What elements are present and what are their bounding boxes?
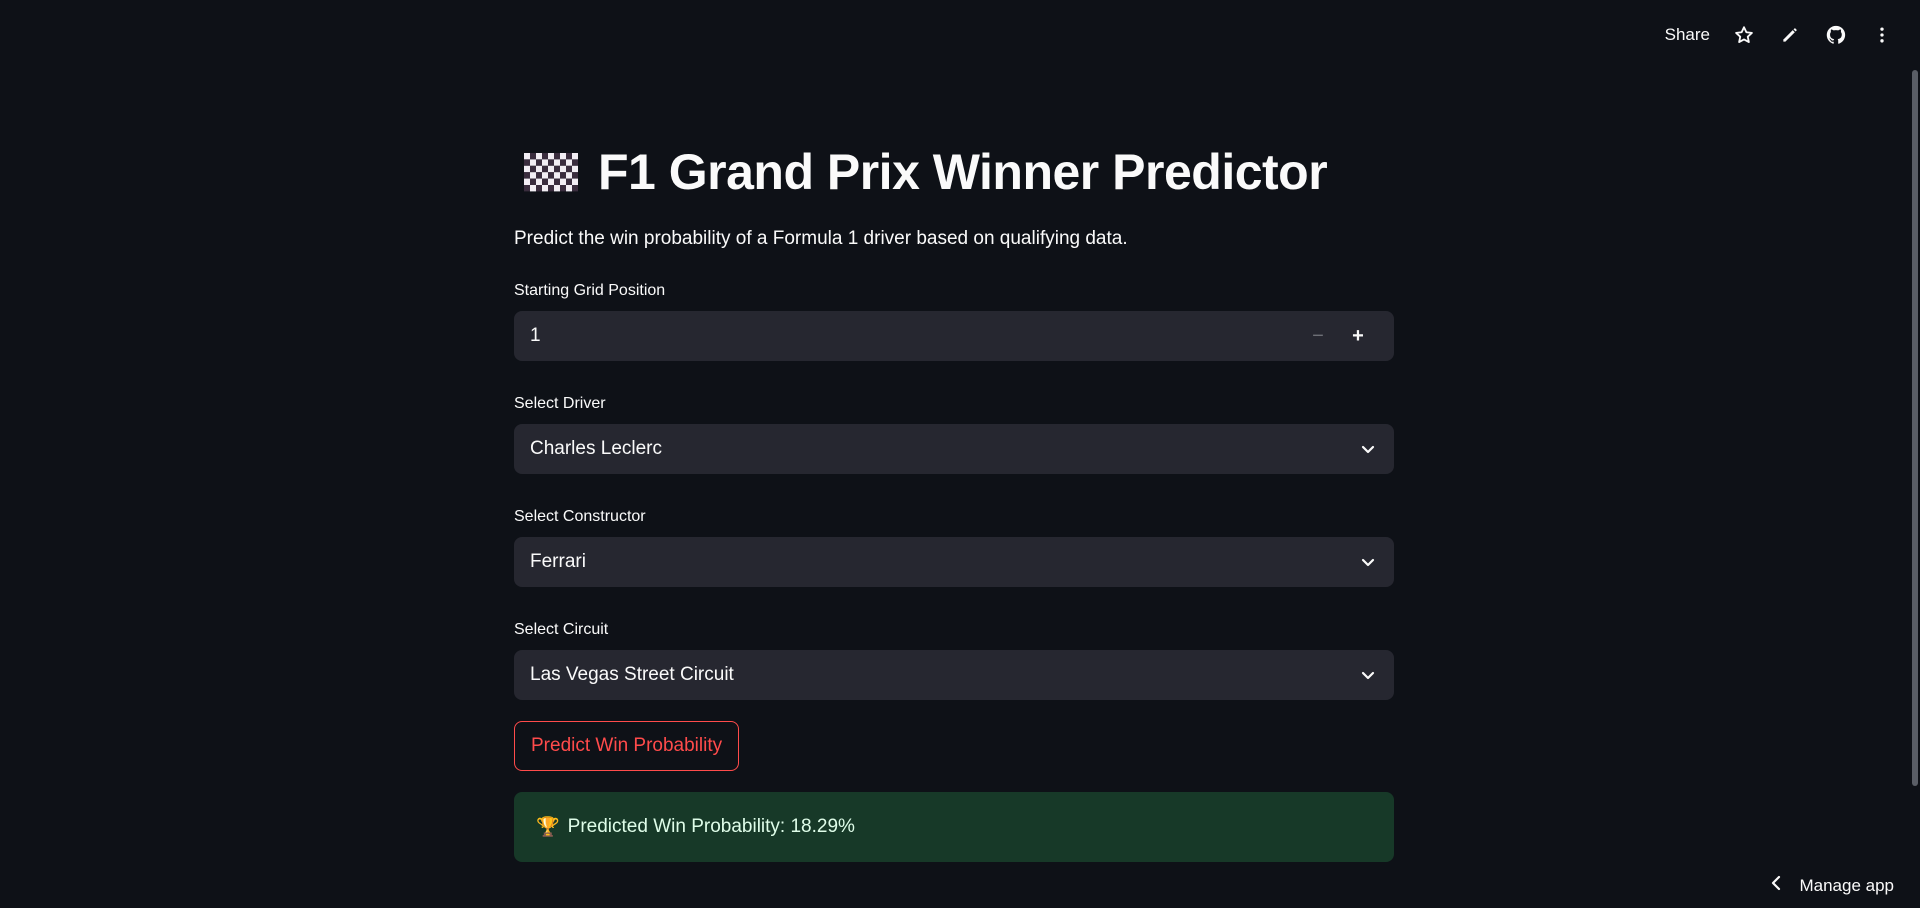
driver-select[interactable]: Charles Leclerc <box>514 424 1394 474</box>
increment-button[interactable]: + <box>1338 311 1378 361</box>
grid-position-input[interactable]: 1 <box>530 325 1298 347</box>
driver-selected-value: Charles Leclerc <box>530 438 662 459</box>
circuit-label: Select Circuit <box>514 621 609 638</box>
trophy-icon: 🏆 <box>536 817 560 838</box>
chevron-down-icon[interactable] <box>1358 439 1378 459</box>
github-icon[interactable] <box>1824 23 1848 47</box>
star-icon[interactable] <box>1732 23 1756 47</box>
page-subtitle: Predict the win probability of a Formula… <box>514 228 1128 249</box>
constructor-label: Select Constructor <box>514 508 646 525</box>
grid-position-stepper[interactable]: 1 − + <box>514 311 1394 361</box>
more-vertical-icon[interactable] <box>1870 23 1894 47</box>
stepper-controls: − + <box>1298 311 1378 361</box>
constructor-selected-value: Ferrari <box>530 551 586 572</box>
pencil-icon[interactable] <box>1778 23 1802 47</box>
chevron-down-icon[interactable] <box>1358 552 1378 572</box>
circuit-select[interactable]: Las Vegas Street Circuit <box>514 650 1394 700</box>
share-button[interactable]: Share <box>1665 25 1710 45</box>
driver-label: Select Driver <box>514 395 606 412</box>
title-row: F1 Grand Prix Winner Predictor <box>514 140 1394 204</box>
circuit-selected-value: Las Vegas Street Circuit <box>530 664 734 685</box>
chevron-down-icon[interactable] <box>1358 665 1378 685</box>
grid-position-label: Starting Grid Position <box>514 282 666 299</box>
constructor-select[interactable]: Ferrari <box>514 537 1394 587</box>
checkered-flag-icon <box>524 152 578 192</box>
result-alert: 🏆 Predicted Win Probability: 18.29% <box>514 792 1394 862</box>
result-text: Predicted Win Probability: 18.29% <box>567 816 855 837</box>
manage-app-label: Manage app <box>1799 875 1894 895</box>
manage-app-button[interactable]: Manage app <box>1769 875 1894 896</box>
page-scrollbar[interactable] <box>1912 70 1918 786</box>
app-toolbar: Share <box>1665 18 1894 52</box>
page-title: F1 Grand Prix Winner Predictor <box>598 144 1328 200</box>
predict-button[interactable]: Predict Win Probability <box>514 721 740 771</box>
chevron-left-icon <box>1769 875 1783 896</box>
main-content: F1 Grand Prix Winner Predictor Predict t… <box>514 140 1394 862</box>
decrement-button[interactable]: − <box>1298 311 1338 361</box>
